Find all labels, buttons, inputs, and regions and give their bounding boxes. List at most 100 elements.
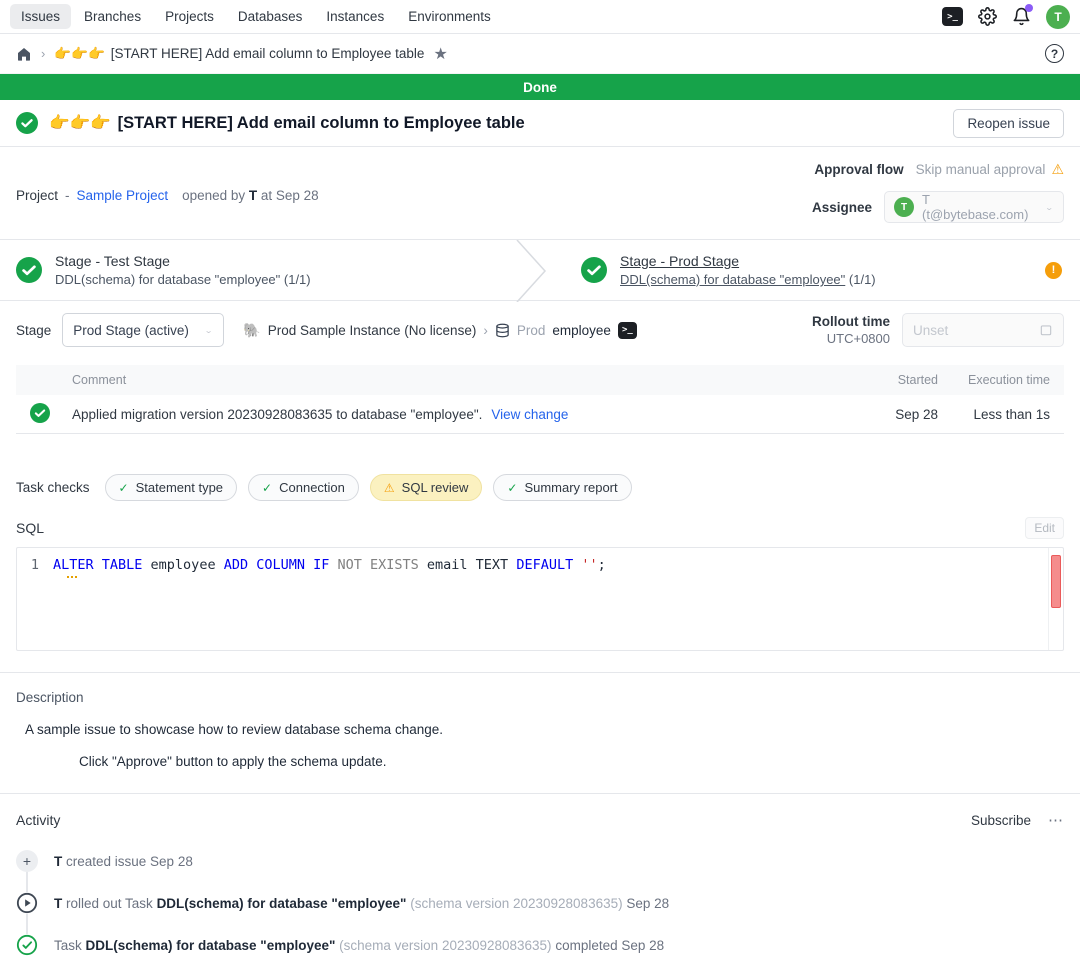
- stage-toolbar: Stage Prod Stage (active) ⌄ 🐘 Prod Sampl…: [0, 301, 1080, 355]
- issue-title: 👉👉👉 [START HERE] Add email column to Emp…: [49, 114, 525, 133]
- top-navbar: Issues Branches Projects Databases Insta…: [0, 0, 1080, 34]
- task-run-table: Comment Started Execution time Applied m…: [16, 365, 1064, 434]
- user-avatar[interactable]: T: [1046, 5, 1070, 29]
- activity-item: + T created issue Sep 28: [16, 850, 1064, 872]
- task-checks: Task checks ✓ ⚠ Statement type ✓ ⚠ Conne…: [0, 474, 1080, 501]
- task-check-summary-report[interactable]: ✓ ⚠ Summary report: [493, 474, 631, 501]
- task-check-connection[interactable]: ✓ ⚠ Connection: [248, 474, 359, 501]
- database-name[interactable]: employee: [552, 323, 611, 338]
- assignee-avatar: T: [894, 197, 914, 217]
- approval-flow-row: Approval flow Skip manual approval ⚠: [812, 161, 1064, 178]
- approval-flow-value: Skip manual approval ⚠: [916, 161, 1064, 178]
- stage-title: Stage - Prod Stage: [620, 253, 876, 269]
- stage-card-text: Stage - Test Stage DDL(schema) for datab…: [55, 253, 311, 287]
- sql-section: SQL Edit 1 ALTER TABLE employee ADD COLU…: [0, 501, 1080, 651]
- project-link[interactable]: Sample Project: [77, 188, 169, 203]
- rollout-time-placeholder: Unset: [913, 323, 1039, 338]
- rollout-timezone: UTC+0800: [812, 331, 890, 346]
- reopen-issue-button[interactable]: Reopen issue: [953, 109, 1064, 138]
- nav-tab-environments[interactable]: Environments: [397, 4, 502, 29]
- assignee-label: Assignee: [812, 200, 872, 215]
- column-header-execution-time: Execution time: [938, 373, 1050, 387]
- issue-meta: Project - Sample Project opened by T at …: [0, 147, 1080, 239]
- editor-scrollbar[interactable]: [1048, 548, 1063, 650]
- chevron-down-icon: ⌄: [204, 325, 213, 334]
- pointer-emojis: 👉👉👉: [49, 114, 111, 133]
- open-sql-editor-icon[interactable]: >_: [618, 322, 637, 339]
- help-icon[interactable]: ?: [1045, 44, 1064, 63]
- chevron-right-icon: ›: [483, 323, 488, 338]
- stage-warning-badge[interactable]: !: [1045, 262, 1062, 279]
- nav-tab-branches[interactable]: Branches: [73, 4, 152, 29]
- star-favorite-icon[interactable]: ★: [433, 44, 447, 64]
- nav-tab-issues[interactable]: Issues: [10, 4, 71, 29]
- database-icon: [495, 323, 510, 338]
- task-check-sql-review[interactable]: ✓ ⚠ SQL review: [370, 474, 482, 501]
- plus-icon: +: [16, 850, 38, 872]
- stage-card-prod[interactable]: Stage - Prod Stage DDL(schema) for datab…: [549, 240, 1080, 300]
- settings-gear-icon[interactable]: [978, 7, 997, 26]
- stage-done-check-icon: [581, 257, 607, 283]
- task-check-statement-type[interactable]: ✓ ⚠ Statement type: [105, 474, 238, 501]
- project-label: Project: [16, 188, 58, 203]
- navbar-actions: >_ T: [942, 5, 1070, 29]
- task-run-comment: Applied migration version 20230928083635…: [72, 407, 482, 422]
- chevron-down-icon: ⌄: [1045, 202, 1054, 211]
- subscribe-button[interactable]: Subscribe: [971, 813, 1031, 828]
- assignee-select[interactable]: T T (t@bytebase.com) ⌄: [884, 191, 1064, 223]
- rollout-time-label: Rollout time: [812, 314, 890, 329]
- activity-label: Activity: [16, 812, 60, 828]
- column-header-started: Started: [868, 373, 938, 387]
- sql-header: SQL Edit: [16, 517, 1064, 539]
- warning-triangle-icon[interactable]: ⚠: [1051, 161, 1064, 178]
- task-success-check-icon: [30, 403, 50, 423]
- nav-tab-instances[interactable]: Instances: [315, 4, 395, 29]
- description-line: A sample issue to showcase how to review…: [16, 722, 1064, 737]
- stage-select[interactable]: Prod Stage (active) ⌄: [62, 313, 224, 347]
- sql-issue-marker: [1051, 555, 1061, 608]
- nav-tab-databases[interactable]: Databases: [227, 4, 314, 29]
- task-table-header: Comment Started Execution time: [16, 365, 1064, 395]
- stage-card-text: Stage - Prod Stage DDL(schema) for datab…: [620, 253, 876, 287]
- sql-edit-button[interactable]: Edit: [1025, 517, 1064, 539]
- breadcrumb: › 👉👉👉 [START HERE] Add email column to E…: [0, 34, 1080, 74]
- stage-title: Stage - Test Stage: [55, 253, 311, 269]
- stage-pipeline: Stage - Test Stage DDL(schema) for datab…: [0, 239, 1080, 301]
- activity-header: Activity Subscribe ⋯: [16, 811, 1064, 829]
- postgres-icon: 🐘: [243, 322, 260, 339]
- view-change-link[interactable]: View change: [491, 407, 568, 422]
- status-banner-label: Done: [523, 80, 557, 95]
- home-icon[interactable]: [16, 46, 32, 62]
- stage-separator-chevron: [515, 240, 549, 302]
- approval-flow-label: Approval flow: [814, 162, 903, 177]
- task-run-row[interactable]: Applied migration version 20230928083635…: [16, 395, 1064, 433]
- project-dash: -: [65, 188, 70, 203]
- rollout-time-input[interactable]: Unset: [902, 313, 1064, 347]
- activity-timeline: + T created issue Sep 28 T rolled out Ta…: [16, 850, 1064, 956]
- more-options-icon[interactable]: ⋯: [1048, 811, 1064, 829]
- check-icon: ✓: [119, 481, 129, 495]
- nav-tab-projects[interactable]: Projects: [154, 4, 225, 29]
- instance-name[interactable]: Prod Sample Instance (No license): [268, 323, 477, 338]
- check-icon: ✓: [507, 481, 517, 495]
- task-run-started: Sep 28: [868, 407, 938, 422]
- check-circle-icon: [16, 934, 38, 956]
- stage-subtitle: DDL(schema) for database "employee" (1/1…: [55, 272, 311, 287]
- sql-editor-terminal-icon[interactable]: >_: [942, 7, 963, 26]
- breadcrumb-issue-title[interactable]: 👉👉👉 [START HERE] Add email column to Emp…: [54, 46, 424, 62]
- check-icon: ✓: [262, 481, 272, 495]
- sql-editor[interactable]: 1 ALTER TABLE employee ADD COLUMN IF NOT…: [16, 547, 1064, 651]
- status-banner: Done: [0, 74, 1080, 100]
- breadcrumb-chevron-icon: ›: [41, 46, 45, 61]
- task-run-execution-time: Less than 1s: [938, 407, 1050, 422]
- warning-icon: ⚠: [384, 481, 395, 495]
- opened-by-text: opened by T at Sep 28: [182, 188, 319, 203]
- notifications-bell-icon[interactable]: [1012, 7, 1031, 26]
- stage-card-test[interactable]: Stage - Test Stage DDL(schema) for datab…: [0, 240, 515, 300]
- rollout-time-field: Rollout time UTC+0800 Unset: [812, 313, 1064, 347]
- notification-dot: [1025, 4, 1033, 12]
- database-environment: Prod: [517, 323, 546, 338]
- play-circle-icon: [16, 892, 38, 914]
- calendar-icon: [1039, 323, 1053, 337]
- pointer-emojis: 👉👉👉: [54, 46, 104, 62]
